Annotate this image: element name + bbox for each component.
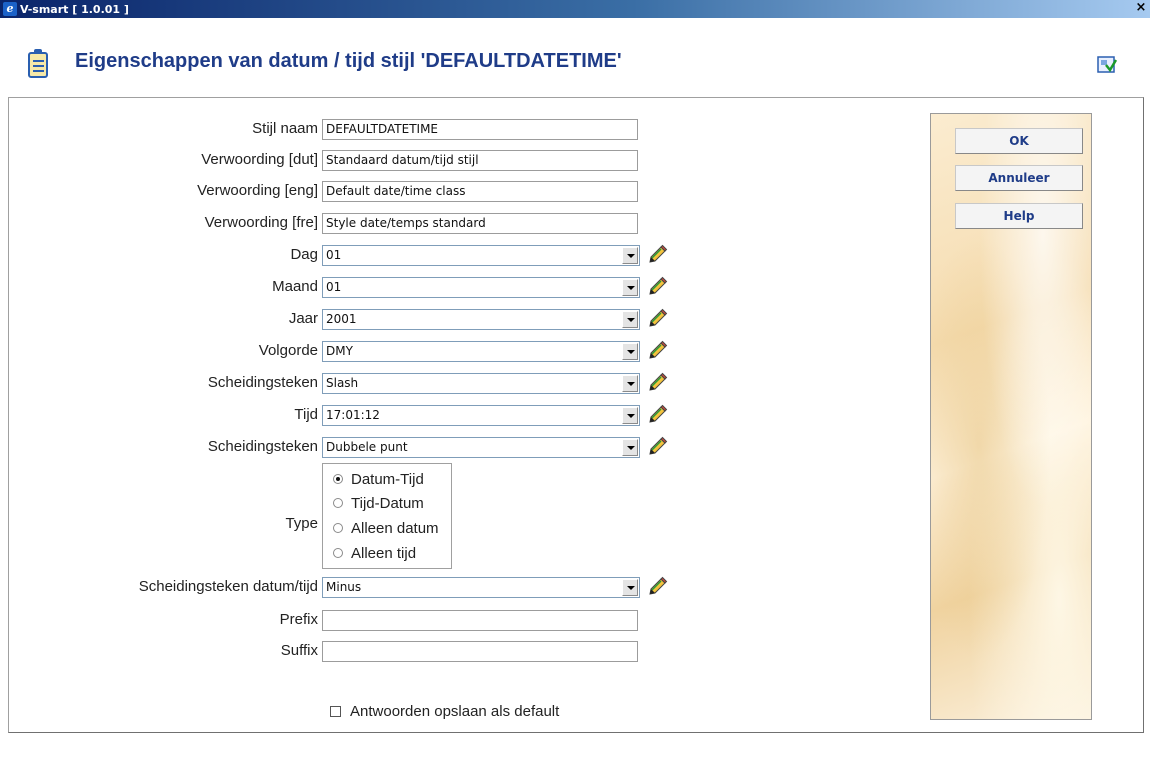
suffix-label: Suffix bbox=[280, 642, 318, 659]
button-panel: OK Annuleer Help bbox=[930, 113, 1092, 720]
scheidingsteken-tijd-value: Dubbele punt bbox=[326, 440, 408, 454]
pencil-icon[interactable] bbox=[646, 436, 668, 458]
tijd-value: 17:01:12 bbox=[326, 408, 380, 422]
radio-label: Alleen datum bbox=[351, 519, 439, 537]
jaar-select[interactable]: 2001 bbox=[322, 309, 640, 330]
radio-label: Datum-Tijd bbox=[351, 470, 424, 488]
chevron-down-icon[interactable] bbox=[622, 343, 638, 360]
stijl-naam-input[interactable]: DEFAULTDATETIME bbox=[322, 119, 638, 140]
jaar-value: 2001 bbox=[326, 312, 357, 326]
verwoording-eng-label: Verwoording [eng] bbox=[197, 182, 318, 199]
close-icon[interactable]: × bbox=[1134, 1, 1148, 15]
chevron-down-icon[interactable] bbox=[622, 279, 638, 296]
chevron-down-icon[interactable] bbox=[622, 375, 638, 392]
verwoording-fre-label: Verwoording [fre] bbox=[204, 214, 318, 231]
radio-label: Tijd-Datum bbox=[351, 494, 424, 512]
radio-button[interactable] bbox=[333, 523, 343, 533]
pencil-icon[interactable] bbox=[646, 576, 668, 598]
save-default-label: Antwoorden opslaan als default bbox=[350, 702, 560, 720]
jaar-label: Jaar bbox=[288, 310, 318, 327]
annuleer-button[interactable]: Annuleer bbox=[955, 165, 1083, 191]
volgorde-label: Volgorde bbox=[258, 342, 318, 359]
dag-select[interactable]: 01 bbox=[322, 245, 640, 266]
pencil-icon[interactable] bbox=[646, 276, 668, 298]
ie-icon: e bbox=[3, 2, 17, 16]
type-radio-group: Datum-Tijd Tijd-Datum Alleen datum Allee… bbox=[322, 463, 452, 569]
maand-label: Maand bbox=[272, 278, 318, 295]
scheidingsteken-datum-tijd-label: Scheidingsteken datum/tijd bbox=[138, 578, 318, 595]
scheidingsteken-datum-label: Scheidingsteken bbox=[207, 374, 318, 391]
prefix-label: Prefix bbox=[279, 611, 318, 628]
scheidingsteken-tijd-select[interactable]: Dubbele punt bbox=[322, 437, 640, 458]
type-label: Type bbox=[285, 515, 318, 532]
chevron-down-icon[interactable] bbox=[622, 579, 638, 596]
prefix-input[interactable] bbox=[322, 610, 638, 631]
verwoording-dut-input[interactable]: Standaard datum/tijd stijl bbox=[322, 150, 638, 171]
radio-label: Alleen tijd bbox=[351, 544, 417, 562]
chevron-down-icon[interactable] bbox=[622, 407, 638, 424]
tijd-label: Tijd bbox=[294, 406, 318, 423]
chevron-down-icon[interactable] bbox=[622, 439, 638, 456]
scheidingsteken-datum-value: Slash bbox=[326, 376, 359, 390]
help-button[interactable]: Help bbox=[955, 203, 1083, 229]
tijd-select[interactable]: 17:01:12 bbox=[322, 405, 640, 426]
radio-alleen-datum[interactable]: Alleen datum bbox=[333, 517, 439, 539]
pencil-icon[interactable] bbox=[646, 340, 668, 362]
maand-value: 01 bbox=[326, 280, 342, 294]
save-default-checkbox[interactable] bbox=[330, 705, 341, 717]
radio-button[interactable] bbox=[333, 498, 343, 508]
pencil-icon[interactable] bbox=[646, 372, 668, 394]
radio-datum-tijd[interactable]: Datum-Tijd bbox=[333, 468, 424, 490]
save-default-checkbox-row[interactable]: Antwoorden opslaan als default bbox=[330, 700, 559, 722]
pencil-icon[interactable] bbox=[646, 308, 668, 330]
help-icon[interactable] bbox=[1097, 54, 1117, 74]
chevron-down-icon[interactable] bbox=[622, 247, 638, 264]
divider bbox=[63, 681, 831, 682]
ok-button[interactable]: OK bbox=[955, 128, 1083, 154]
verwoording-fre-input[interactable]: Style date/temps standard bbox=[322, 213, 638, 234]
radio-button-selected[interactable] bbox=[333, 474, 343, 484]
clipboard-icon bbox=[28, 49, 48, 78]
chevron-down-icon[interactable] bbox=[622, 311, 638, 328]
radio-tijd-datum[interactable]: Tijd-Datum bbox=[333, 492, 424, 514]
verwoording-dut-label: Verwoording [dut] bbox=[201, 151, 318, 168]
dag-label: Dag bbox=[290, 246, 318, 263]
scheidingsteken-datum-tijd-value: Minus bbox=[326, 580, 362, 594]
scheidingsteken-tijd-label: Scheidingsteken bbox=[207, 438, 318, 455]
pencil-icon[interactable] bbox=[646, 404, 668, 426]
volgorde-select[interactable]: DMY bbox=[322, 341, 640, 362]
dag-value: 01 bbox=[326, 248, 342, 262]
window-title: V-smart [ 1.0.01 ] bbox=[20, 2, 129, 16]
window-titlebar: e V-smart [ 1.0.01 ] × bbox=[0, 0, 1150, 18]
radio-button[interactable] bbox=[333, 548, 343, 558]
stijl-naam-label: Stijl naam bbox=[252, 120, 318, 137]
pencil-icon[interactable] bbox=[646, 244, 668, 266]
scheidingsteken-datum-tijd-select[interactable]: Minus bbox=[322, 577, 640, 598]
verwoording-eng-input[interactable]: Default date/time class bbox=[322, 181, 638, 202]
suffix-input[interactable] bbox=[322, 641, 638, 662]
maand-select[interactable]: 01 bbox=[322, 277, 640, 298]
radio-alleen-tijd[interactable]: Alleen tijd bbox=[333, 542, 416, 564]
page-title: Eigenschappen van datum / tijd stijl 'DE… bbox=[75, 50, 622, 72]
volgorde-value: DMY bbox=[326, 344, 353, 358]
scheidingsteken-datum-select[interactable]: Slash bbox=[322, 373, 640, 394]
